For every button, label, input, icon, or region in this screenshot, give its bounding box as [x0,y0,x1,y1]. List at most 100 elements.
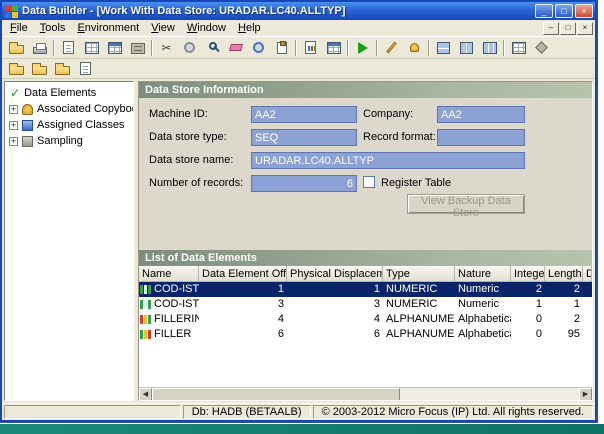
expand-plus-icon[interactable]: + [9,121,18,130]
tree-item-assigned-classes[interactable]: + Assigned Classes [7,117,131,133]
status-bar: Db: HADB (BETAALB) © 2003-2012 Micro Foc… [2,403,595,420]
table-header-row: Name Data Element Offset Physical Displa… [139,266,592,282]
grid-view-button[interactable] [507,38,530,58]
cell-integer: 2 [511,282,545,297]
tree-item-data-elements[interactable]: ✓ Data Elements [7,85,131,101]
record-format-field[interactable] [437,129,525,146]
table-row[interactable]: COD-IST 1 1 NUMERIC Numeric 2 2 [139,282,592,297]
menu-help[interactable]: Help [232,21,267,35]
search-button[interactable] [201,38,224,58]
scrollbar-track[interactable] [152,388,579,400]
open-copybook-button[interactable] [28,59,51,79]
minimize-button[interactable]: _ [535,4,553,18]
properties-button[interactable] [530,38,553,58]
column-header-data-element-offset[interactable]: Data Element Offset [199,266,287,282]
mdi-restore-button[interactable]: □ [560,22,576,35]
view-backup-data-store-button[interactable]: View Backup Data Store [407,194,525,214]
copybook-button[interactable] [57,38,80,58]
scrollbar-thumb[interactable] [152,388,400,401]
toolbar-separator [347,40,349,56]
tree-item-sampling[interactable]: + Sampling [7,133,131,149]
alerts-button[interactable] [403,38,426,58]
expand-plus-icon[interactable]: + [9,105,18,114]
column-header-integer[interactable]: Integer [511,266,545,282]
app-window: Data Builder - [Work With Data Store: UR… [0,0,597,422]
data-store-type-field[interactable] [251,129,357,146]
clipboard-button[interactable] [270,38,293,58]
register-table-checkbox[interactable] [363,176,375,188]
column-header-nature[interactable]: Nature [455,266,511,282]
print-button[interactable] [28,38,51,58]
toolbar-separator [376,40,378,56]
column-header-dec[interactable]: Dec [583,266,592,282]
copy-copybook-button[interactable] [51,59,74,79]
new-copybook-button[interactable] [5,59,28,79]
cell-name: FILLERINO [139,312,199,327]
section-title: Data Store Information [145,84,264,96]
column-header-type[interactable]: Type [383,266,455,282]
data-store-name-field[interactable] [251,152,525,169]
table-row[interactable]: FILLERINO 4 4 ALPHANUMERIC Alphabetical … [139,312,592,327]
table-view-button[interactable] [322,38,345,58]
menu-file[interactable]: File [4,21,34,35]
printer-icon [33,47,47,54]
element-type-icon [140,300,151,309]
menu-environment[interactable]: Environment [71,21,145,35]
cell-length: 95 [545,327,583,342]
close-button[interactable]: × [575,4,593,18]
pencil-icon [386,42,397,54]
folder-icon [32,66,47,75]
company-label: Company: [363,108,413,120]
erase-button[interactable] [224,38,247,58]
cell-integer: 1 [511,297,545,312]
window-grid-button[interactable] [103,38,126,58]
table-row[interactable]: FILLER 6 6 ALPHANUMERIC Alphabetical 0 9… [139,327,592,342]
title-bar: Data Builder - [Work With Data Store: UR… [2,2,595,20]
column-header-length[interactable]: Length [545,266,583,282]
options-button[interactable] [247,38,270,58]
mdi-minimize-button[interactable]: – [543,22,559,35]
menu-view[interactable]: View [145,21,181,35]
desktop-taskbar-strip [0,424,604,434]
cut-button[interactable]: ✂ [155,38,178,58]
number-of-records-field[interactable] [251,175,357,192]
archive-icon [131,43,145,54]
menu-tools[interactable]: Tools [34,21,72,35]
main-panel: Data Store Information Machine ID: Compa… [138,81,593,401]
archive-button[interactable] [126,38,149,58]
split-vertical-button[interactable] [455,38,478,58]
menu-window[interactable]: Window [181,21,232,35]
run-button[interactable] [351,38,374,58]
machine-id-field[interactable] [251,106,357,123]
navigation-tree: ✓ Data Elements + Associated Copybook + … [4,81,134,401]
run-play-icon [358,42,368,54]
table-icon [327,42,341,54]
record-format-label: Record format: [363,131,436,143]
diamond-icon [535,41,548,54]
tools-button[interactable] [178,38,201,58]
columns-button[interactable] [478,38,501,58]
view-document-button[interactable] [74,59,97,79]
report-button[interactable] [299,38,322,58]
table-row[interactable]: COD-IST-1 3 3 NUMERIC Numeric 1 1 [139,297,592,312]
expand-plus-icon[interactable]: + [9,137,18,146]
company-field[interactable] [437,106,525,123]
scroll-right-button[interactable]: ▶ [579,388,592,401]
classes-icon [22,120,33,131]
element-type-icon [140,285,151,294]
scroll-left-button[interactable]: ◀ [139,388,152,401]
tree-item-associated-copybook[interactable]: + Associated Copybook [7,101,131,117]
mdi-close-button[interactable]: × [577,22,593,35]
edit-button[interactable] [380,38,403,58]
split-horizontal-button[interactable] [432,38,455,58]
maximize-button[interactable]: □ [555,4,573,18]
open-button[interactable] [5,38,28,58]
toolbar-separator [428,40,430,56]
column-header-name[interactable]: Name [139,266,199,282]
status-db-segment: Db: HADB (BETAALB) [183,405,311,419]
column-header-physical-displacement[interactable]: Physical Displacement [287,266,383,282]
data-grid-button[interactable] [80,38,103,58]
cell-dec [583,282,592,297]
content-area: ✓ Data Elements + Associated Copybook + … [2,79,595,403]
toolbar-secondary [2,59,595,79]
